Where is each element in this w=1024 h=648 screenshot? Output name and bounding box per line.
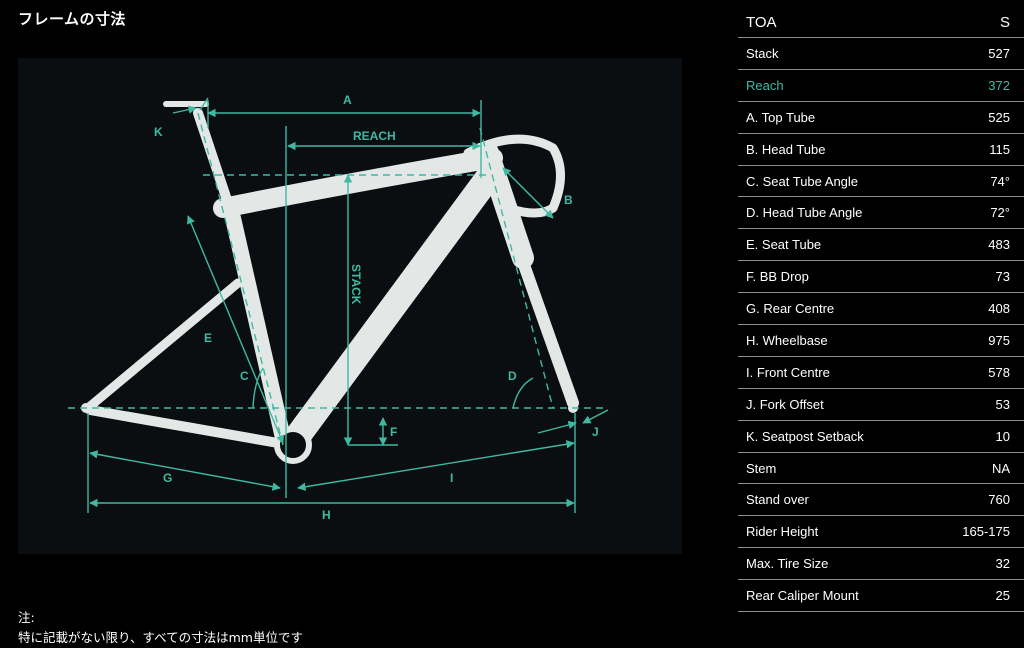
label-reach: REACH (353, 129, 396, 143)
label-a: A (343, 93, 352, 107)
label-i: I (450, 471, 453, 485)
row-label: H. Wheelbase (746, 332, 828, 348)
row-label: G. Rear Centre (746, 301, 835, 317)
row-label: I. Front Centre (746, 364, 830, 380)
table-row: Stem NA (738, 453, 1024, 485)
label-d: D (508, 369, 517, 383)
row-value: 10 (995, 428, 1010, 444)
table-row: Rear Caliper Mount 25 (738, 580, 1024, 613)
row-label: Rider Height (746, 524, 819, 540)
label-h: H (322, 508, 331, 522)
row-value: 32 (995, 556, 1010, 572)
label-k: K (154, 125, 163, 139)
row-value: 483 (988, 237, 1010, 253)
table-row: A. Top Tube 525 (738, 102, 1024, 134)
header-model: TOA (746, 14, 777, 31)
row-value: 760 (988, 492, 1010, 508)
table-row: H. Wheelbase 975 (738, 325, 1024, 357)
table-row: C. Seat Tube Angle 74° (738, 166, 1024, 198)
bike-frame (83, 101, 579, 448)
row-label: A. Top Tube (746, 109, 816, 125)
row-label: Stem (746, 460, 777, 476)
row-value: 527 (988, 45, 1010, 61)
row-label: Max. Tire Size (746, 556, 829, 572)
label-b: B (564, 193, 573, 207)
frame-geometry-diagram: A REACH B STACK C D E F G H I J K (18, 58, 682, 554)
row-value: NA (991, 460, 1010, 476)
table-row: B. Head Tube 115 (738, 134, 1024, 166)
table-row: Stack 527 (738, 38, 1024, 70)
row-value: 525 (988, 109, 1010, 125)
geometry-table: TOA S Stack 527 Reach 372 A. Top Tube 525 B. H… (738, 8, 1024, 613)
row-label: K. Seatpost Setback (746, 428, 864, 444)
table-row: Stand over 760 (738, 484, 1024, 517)
row-value: 72° (990, 205, 1010, 221)
label-f: F (390, 425, 397, 439)
table-row: G. Rear Centre 408 (738, 293, 1024, 326)
row-value: 53 (995, 396, 1010, 412)
row-label: J. Fork Offset (746, 396, 824, 412)
row-label: Stand over (746, 492, 809, 508)
row-value: 975 (988, 332, 1010, 348)
table-row: Max. Tire Size 32 (738, 548, 1024, 581)
dimension-lines (68, 97, 609, 513)
table-row: E. Seat Tube 483 (738, 229, 1024, 262)
page-title: フレームの寸法 (18, 10, 127, 28)
table-row: F. BB Drop 73 (738, 261, 1024, 294)
frame-diagram-svg: A REACH B STACK C D E F G H I J K (68, 93, 609, 522)
row-value: 372 (988, 77, 1010, 93)
row-label: Rear Caliper Mount (746, 588, 859, 604)
footnote-heading: 注: (18, 610, 35, 625)
row-value: 165-175 (962, 524, 1010, 540)
table-row: I. Front Centre 578 (738, 357, 1024, 389)
table-row: D. Head Tube Angle 72° (738, 197, 1024, 230)
footnote-text: 特に記載がない限り、すべての寸法はmm単位です (18, 630, 303, 645)
label-j: J (592, 425, 599, 439)
row-label: C. Seat Tube Angle (746, 173, 859, 189)
table-row: J. Fork Offset 53 (738, 389, 1024, 421)
label-g: G (163, 471, 172, 485)
table-row: K. Seatpost Setback 10 (738, 421, 1024, 453)
label-c: C (240, 369, 249, 383)
row-value: 115 (989, 141, 1010, 157)
row-value: 73 (995, 269, 1010, 285)
dimension-labels: A REACH B STACK C D E F G H I J K (154, 93, 599, 522)
row-label: E. Seat Tube (746, 237, 822, 253)
table-body: Stack 527 Reach 372 A. Top Tube 525 B. Head Tu… (738, 38, 1024, 613)
label-stack: STACK (349, 264, 363, 305)
table-row: Reach 372 (738, 70, 1024, 102)
table-row: Rider Height 165-175 (738, 516, 1024, 549)
bottom-bracket (274, 426, 312, 464)
row-label: D. Head Tube Angle (746, 205, 863, 221)
row-label: Stack (746, 45, 779, 61)
row-label: Reach (746, 77, 784, 93)
table-header: TOA S (738, 8, 1024, 38)
label-e: E (204, 331, 212, 345)
row-value: 408 (988, 301, 1010, 317)
header-size: S (999, 14, 1010, 31)
row-value: 578 (988, 364, 1010, 380)
row-value: 74° (990, 173, 1010, 189)
footnote: 注: 特に記載がない限り、すべての寸法はmm単位です (18, 608, 303, 648)
row-value: 25 (995, 588, 1010, 604)
row-label: B. Head Tube (746, 141, 826, 157)
row-label: F. BB Drop (746, 269, 809, 285)
